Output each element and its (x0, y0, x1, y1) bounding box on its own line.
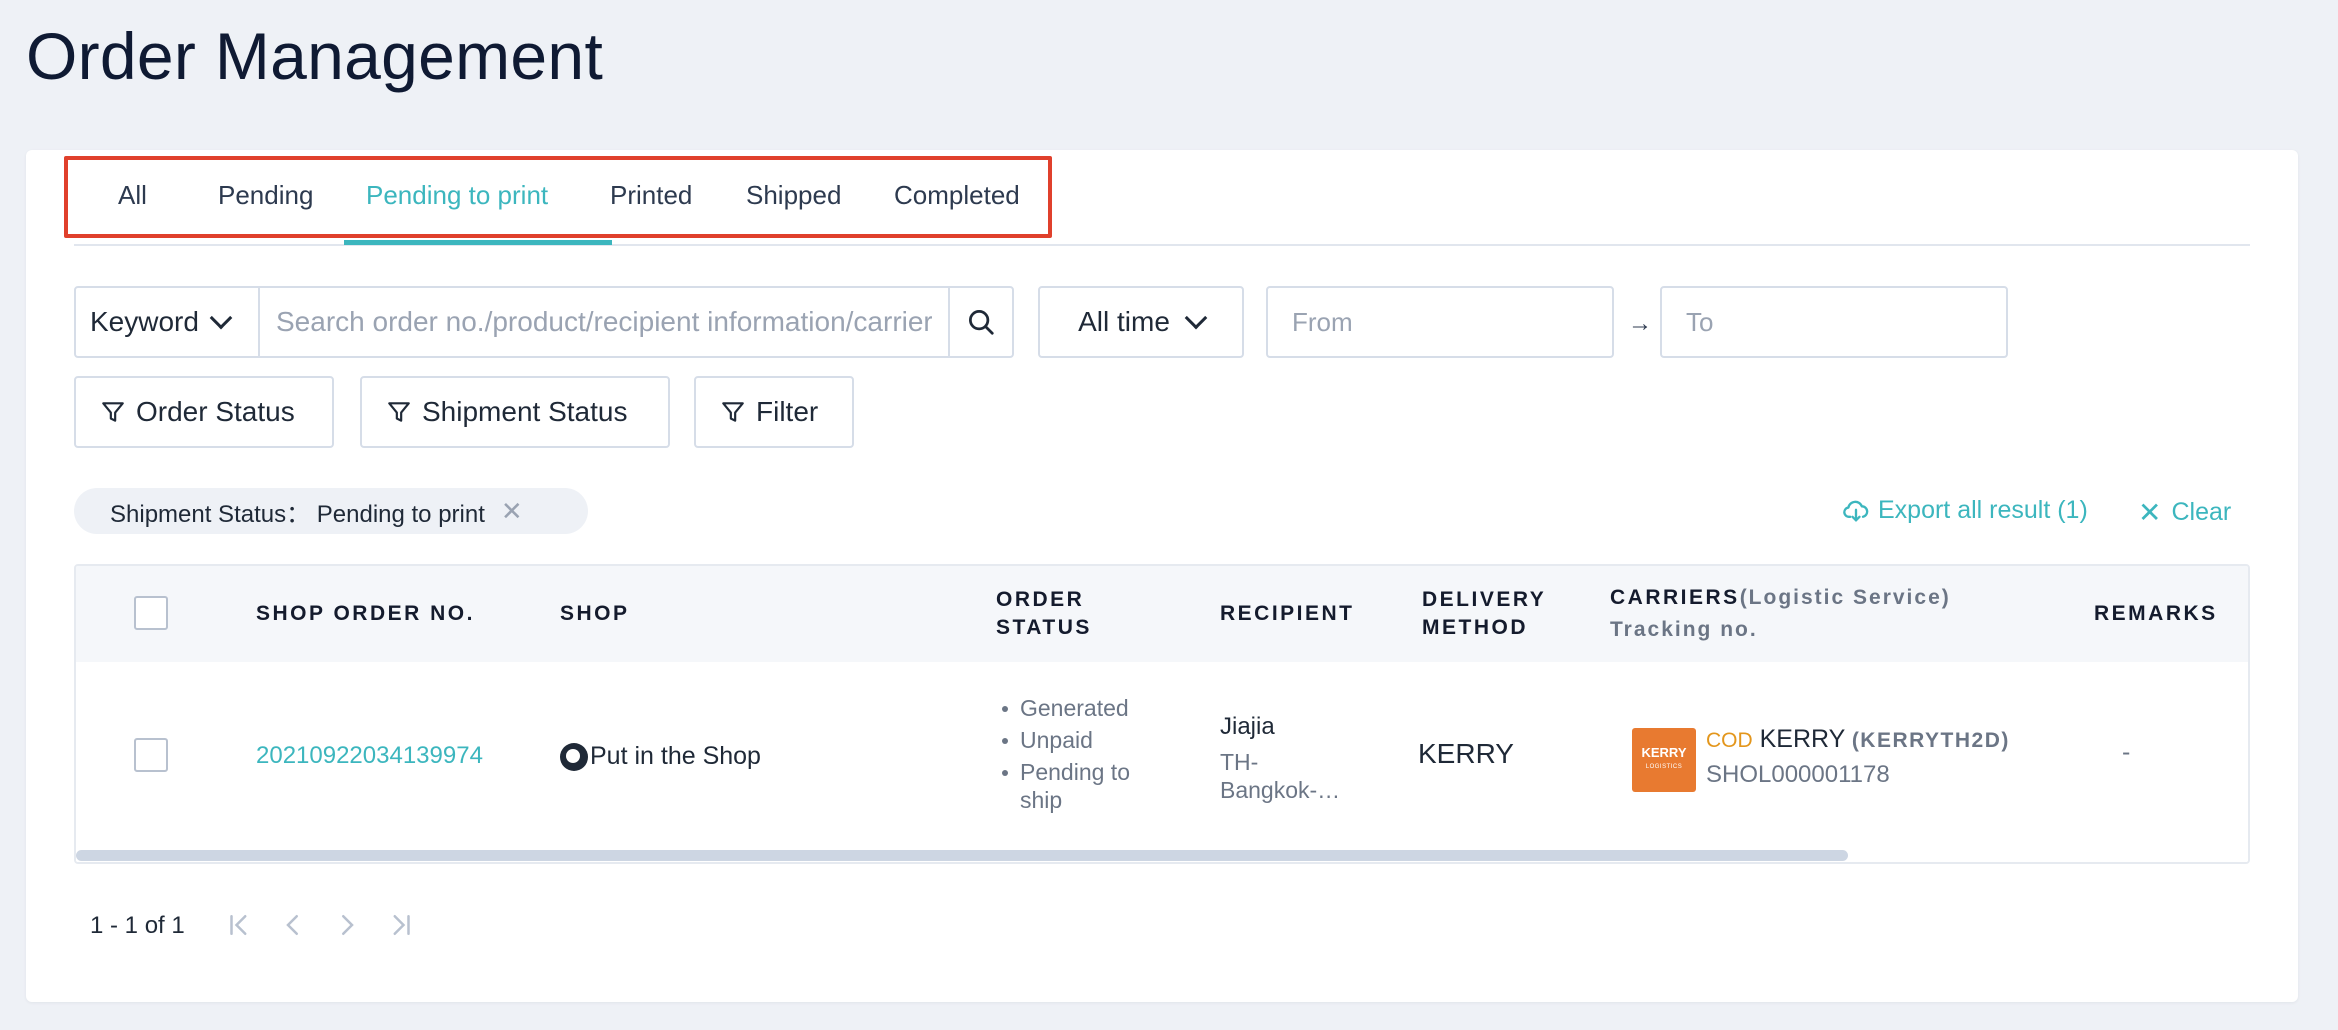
tab-completed[interactable]: Completed (894, 180, 1020, 230)
close-icon: ✕ (2138, 497, 2162, 528)
order-status-item: Unpaid (1000, 726, 1130, 754)
first-page-icon[interactable] (224, 910, 254, 940)
order-status-item: Pending to ship (1000, 758, 1130, 814)
kerry-logo-text: KERRY (1641, 745, 1687, 760)
col-header-delivery-method: DELIVERY METHOD (1422, 586, 1546, 642)
filter-icon (388, 402, 410, 422)
order-status-filter-button[interactable]: Order Status (74, 376, 334, 448)
keyword-select-label: Keyword (90, 306, 199, 337)
col-header-delivery-line2: METHOD (1422, 616, 1528, 639)
tab-pending[interactable]: Pending (218, 180, 313, 230)
recipient-address-line2: Bangkok-… (1220, 777, 1341, 803)
delivery-method: KERRY (1418, 738, 1514, 769)
col-header-shop-order-no: SHOP ORDER NO. (256, 602, 475, 625)
col-header-carriers-label: CARRIERS (1610, 586, 1740, 609)
select-all-checkbox[interactable] (134, 596, 168, 630)
export-all-label: Export all result (1) (1878, 496, 2088, 524)
order-status-item-line1: Pending to (1020, 759, 1130, 785)
col-header-delivery-line1: DELIVERY (1422, 588, 1547, 611)
pagination-summary: 1 - 1 of 1 (90, 912, 185, 939)
prev-page-icon[interactable] (278, 910, 308, 940)
keyword-select[interactable]: Keyword (76, 288, 260, 356)
orders-card: All Pending Pending to print Printed Shi… (26, 150, 2298, 1002)
date-from-input[interactable] (1266, 286, 1614, 358)
search-icon (969, 310, 994, 335)
shop-avatar-icon (560, 743, 588, 772)
close-icon[interactable]: ✕ (501, 496, 523, 527)
remarks-cell: - (2122, 738, 2131, 766)
next-page-icon[interactable] (332, 910, 362, 940)
kerry-logo-subtext: LOGISTICS (1645, 764, 1683, 770)
time-range-select[interactable]: All time (1038, 286, 1244, 358)
order-tabs: All Pending Pending to print Printed Shi… (26, 150, 2250, 246)
orders-table: SHOP ORDER NO. SHOP ORDER STATUS RECIPIE… (74, 564, 2250, 864)
kerry-logo: KERRY LOGISTICS (1632, 728, 1696, 792)
order-status-list: Generated Unpaid Pending to ship (1000, 694, 1130, 814)
recipient-cell: Jiajia TH- Bangkok-… (1220, 712, 1340, 804)
page-title: Order Management (26, 19, 604, 93)
export-all-button[interactable]: Export all result (1) (1842, 496, 2088, 525)
search-group: Keyword (74, 286, 1014, 358)
filter-icon (102, 402, 124, 422)
chevron-down-icon (209, 306, 233, 330)
active-filter-chip-label: Shipment Status： Pending to print (110, 500, 485, 528)
tracking-no: SHOL000001178 (1706, 761, 1890, 788)
active-filter-chip: Shipment Status： Pending to print ✕ (74, 488, 588, 534)
col-header-recipient: RECIPIENT (1220, 602, 1355, 625)
cod-badge: COD (1706, 729, 1753, 752)
col-header-order-status-line1: ORDER (996, 588, 1085, 611)
col-header-logistic-service: (Logistic Service) (1739, 586, 1951, 609)
recipient-name: Jiajia (1220, 713, 1275, 740)
arrow-right-icon: → (1628, 310, 1652, 337)
shop-name: Put in the Shop (590, 742, 761, 770)
col-header-shop: SHOP (560, 602, 630, 625)
shipment-status-filter-label: Shipment Status (422, 396, 628, 427)
tab-printed[interactable]: Printed (610, 180, 692, 230)
shipment-status-filter-button[interactable]: Shipment Status (360, 376, 670, 448)
shop-order-no-link[interactable]: 20210922034139974 (256, 742, 483, 770)
filter-icon (722, 402, 744, 422)
tab-all[interactable]: All (118, 180, 147, 230)
chevron-down-icon (1184, 306, 1208, 330)
clear-label: Clear (2171, 498, 2232, 526)
more-filter-label: Filter (756, 396, 819, 427)
tab-pending-to-print[interactable]: Pending to print (366, 180, 548, 230)
date-to-input[interactable] (1660, 286, 2008, 358)
order-status-filter-label: Order Status (136, 396, 295, 427)
recipient-address-line1: TH- (1220, 749, 1259, 775)
time-range-label: All time (1078, 306, 1170, 337)
order-status-item-line2: ship (1020, 787, 1063, 813)
col-header-order-status: ORDER STATUS (996, 586, 1092, 642)
col-header-remarks: REMARKS (2094, 602, 2218, 625)
search-input[interactable] (260, 288, 948, 356)
horizontal-scrollbar-thumb[interactable] (76, 850, 1848, 861)
tab-shipped[interactable]: Shipped (746, 180, 841, 230)
order-status-item: Generated (1000, 694, 1130, 722)
more-filter-button[interactable]: Filter (694, 376, 854, 448)
table-header: SHOP ORDER NO. SHOP ORDER STATUS RECIPIE… (76, 566, 2248, 662)
col-header-tracking: Tracking no. (1610, 618, 1758, 641)
row-checkbox[interactable] (134, 738, 168, 772)
active-tab-indicator (344, 240, 612, 245)
carrier-name: KERRY (1759, 725, 1845, 753)
col-header-order-status-line2: STATUS (996, 616, 1092, 639)
logistic-service: (KERRYTH2D) (1851, 729, 2010, 752)
carrier-cell: COD KERRY (KERRYTH2D) SHOL000001178 (1706, 724, 2010, 790)
last-page-icon[interactable] (386, 910, 416, 940)
search-button[interactable] (948, 288, 1012, 356)
col-header-carriers: CARRIERS(Logistic Service) Tracking no. (1610, 584, 1951, 644)
shop-cell: Put in the Shop (560, 742, 761, 772)
cloud-download-icon (1843, 500, 1869, 521)
clear-button[interactable]: ✕ Clear (2138, 496, 2231, 529)
